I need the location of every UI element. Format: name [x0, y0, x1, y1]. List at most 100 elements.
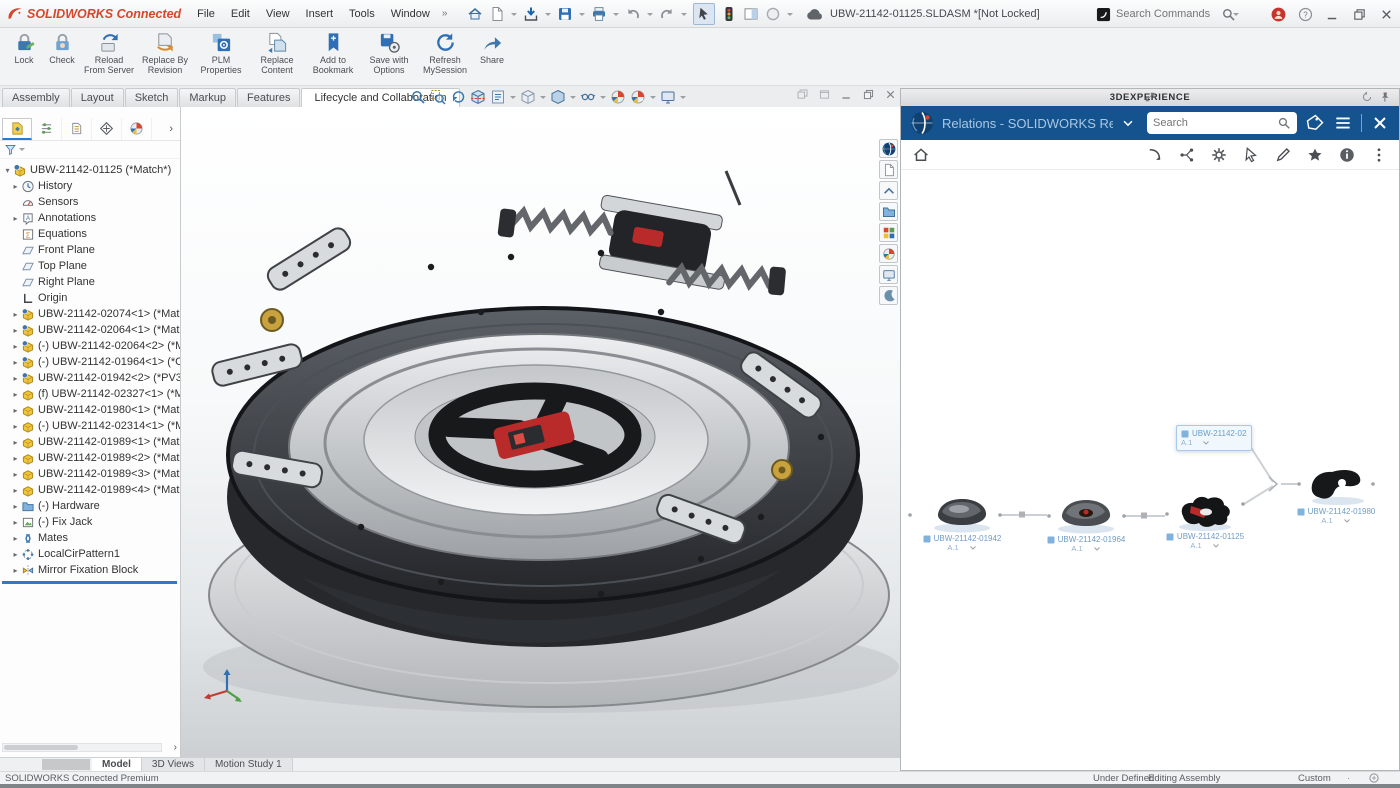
edit-appearance-icon[interactable]: [610, 89, 626, 105]
pin-icon[interactable]: [1379, 91, 1391, 103]
open-document-icon[interactable]: [523, 6, 539, 22]
search-caret-icon[interactable]: [1233, 13, 1239, 19]
expand-arrow-icon[interactable]: ▸: [10, 502, 21, 511]
side-tool-compass[interactable]: [879, 139, 898, 158]
tree-item[interactable]: ▸(-) UBW-21142-02314<1> (*Match R: [0, 418, 180, 434]
cmd-check-button[interactable]: Check: [43, 31, 81, 65]
menu-tools[interactable]: Tools: [341, 4, 383, 24]
expand-arrow-icon[interactable]: ▸: [10, 310, 21, 319]
ribbon-tab-layout[interactable]: Layout: [71, 88, 124, 107]
tree-item[interactable]: Right Plane: [0, 274, 180, 290]
cmd-add-bookmark-button[interactable]: Add to Bookmark: [305, 31, 361, 75]
app-title[interactable]: Relations - SOLIDWORKS Relatio: [942, 116, 1113, 131]
menu-edit[interactable]: Edit: [223, 4, 258, 24]
close-icon[interactable]: [1370, 113, 1390, 133]
expand-arrow-icon[interactable]: ▸: [10, 454, 21, 463]
previous-view-icon[interactable]: [450, 89, 466, 105]
tree-item[interactable]: ▸LocalCirPattern1: [0, 546, 180, 562]
cmd-replace-revision-button[interactable]: Replace By Revision: [137, 31, 193, 75]
restore-icon[interactable]: [862, 88, 875, 101]
chev-small-icon[interactable]: [1343, 517, 1351, 525]
menu-window[interactable]: Window: [383, 4, 438, 24]
expand-arrow-icon[interactable]: ▸: [10, 518, 21, 527]
tag-icon[interactable]: [1305, 113, 1325, 133]
cmd-plm-properties-button[interactable]: PLM Properties: [193, 31, 249, 75]
search-commands-input[interactable]: [1116, 8, 1216, 20]
dropdown-caret-icon[interactable]: [511, 13, 517, 19]
tree-item[interactable]: Sensors: [0, 194, 180, 210]
tree-item[interactable]: ▸(-) UBW-21142-01964<1> (*Condition: [0, 354, 180, 370]
tree-item[interactable]: ▸UBW-21142-01980<1> (*Match Ring: [0, 402, 180, 418]
tree-item[interactable]: ▸Mirror Fixation Block: [0, 562, 180, 578]
expand-arrow-icon[interactable]: ▸: [10, 342, 21, 351]
minimize-icon[interactable]: [840, 88, 853, 101]
rollback-bar[interactable]: [2, 581, 177, 584]
dropdown-caret-icon[interactable]: [650, 96, 656, 102]
tree-root-item[interactable]: ▾UBW-21142-01125 (*Match*): [2, 162, 180, 178]
expand-icon[interactable]: [1144, 91, 1156, 103]
undo-icon[interactable]: [625, 6, 641, 22]
expand-arrow-icon[interactable]: ▸: [10, 438, 21, 447]
tree-item[interactable]: ▸(f) UBW-21142-02327<1> (*Match In: [0, 386, 180, 402]
ribbon-tab-markup[interactable]: Markup: [179, 88, 236, 107]
minimize-icon[interactable]: [1325, 7, 1340, 22]
scrollbar-thumb[interactable]: [4, 745, 78, 750]
expand-arrow-icon[interactable]: ▸: [10, 374, 21, 383]
menu-overflow-icon[interactable]: »: [438, 8, 452, 19]
print-icon[interactable]: [591, 6, 607, 22]
menu-insert[interactable]: Insert: [298, 4, 342, 24]
save-icon[interactable]: [557, 6, 573, 22]
tree-item[interactable]: Top Plane: [0, 258, 180, 274]
expand-arrow-icon[interactable]: ▸: [10, 214, 21, 223]
status-custom[interactable]: Custom: [1298, 773, 1331, 784]
annotation-view-icon[interactable]: [490, 89, 506, 105]
view-settings-icon[interactable]: [660, 89, 676, 105]
panel-search-input[interactable]: [1153, 117, 1273, 129]
hide-show-items-icon[interactable]: [580, 89, 596, 105]
close-icon[interactable]: [1379, 7, 1394, 22]
graph-node[interactable]: UBW-21142-01964A.1: [1038, 489, 1134, 553]
panel-search-box[interactable]: [1147, 112, 1297, 134]
dropdown-caret-icon[interactable]: [540, 96, 546, 102]
expand-arrow-icon[interactable]: ▾: [2, 166, 13, 175]
dropdown-caret-icon[interactable]: [600, 96, 606, 102]
dropdown-caret-icon[interactable]: [647, 13, 653, 19]
select-tool[interactable]: [693, 3, 715, 25]
close-icon[interactable]: [884, 88, 897, 101]
tree-item[interactable]: ▸(-) Hardware: [0, 498, 180, 514]
cmd-share-button[interactable]: Share: [473, 31, 511, 65]
dropdown-caret-icon[interactable]: [680, 96, 686, 102]
tree-item[interactable]: ▸UBW-21142-01989<1> (*Match Zinc: [0, 434, 180, 450]
tree-expand-icon[interactable]: ›: [174, 742, 177, 753]
graph-node[interactable]: UBW-21142-01942A.1: [914, 488, 1010, 552]
chevron-down-icon[interactable]: [1121, 116, 1135, 130]
tree-item[interactable]: ▸Mates: [0, 530, 180, 546]
expand-arrow-icon[interactable]: ▸: [10, 390, 21, 399]
rx-traffic-light-icon[interactable]: [721, 6, 737, 22]
new-document-icon[interactable]: [489, 6, 505, 22]
sheet-tab-scroll-area[interactable]: [42, 759, 90, 770]
edit-pencil-icon[interactable]: [1274, 146, 1292, 164]
win-cascade-icon[interactable]: [796, 88, 809, 101]
tree-item[interactable]: Front Plane: [0, 242, 180, 258]
tree-item[interactable]: ▸UBW-21142-01942<2> (*PV340 Top: [0, 370, 180, 386]
dropdown-caret-icon[interactable]: [613, 13, 619, 19]
win-float-icon[interactable]: [818, 88, 831, 101]
graph-node-card[interactable]: UBW-21142-02327A.1: [1176, 425, 1252, 451]
dropdown-caret-icon[interactable]: [681, 13, 687, 19]
apply-scene-icon[interactable]: [630, 89, 646, 105]
side-tool-folder[interactable]: [879, 202, 898, 221]
dropdown-caret-icon[interactable]: [510, 96, 516, 102]
side-tool-document[interactable]: [879, 160, 898, 179]
panel-tabs-overflow-icon[interactable]: ›: [169, 123, 180, 135]
relations-icon[interactable]: [1178, 146, 1196, 164]
tree-item[interactable]: Origin: [0, 290, 180, 306]
section-view-icon[interactable]: [470, 89, 486, 105]
dropdown-caret-icon[interactable]: [545, 13, 551, 19]
tree-item[interactable]: ▸UBW-21142-01989<3> (*Match Zinc: [0, 466, 180, 482]
expand-arrow-icon[interactable]: ▸: [10, 422, 21, 431]
sheet-tab-motion-study-1[interactable]: Motion Study 1: [205, 758, 293, 771]
expand-arrow-icon[interactable]: ▸: [10, 358, 21, 367]
help-icon[interactable]: ?: [1298, 7, 1313, 22]
expand-arrow-icon[interactable]: ▸: [10, 406, 21, 415]
